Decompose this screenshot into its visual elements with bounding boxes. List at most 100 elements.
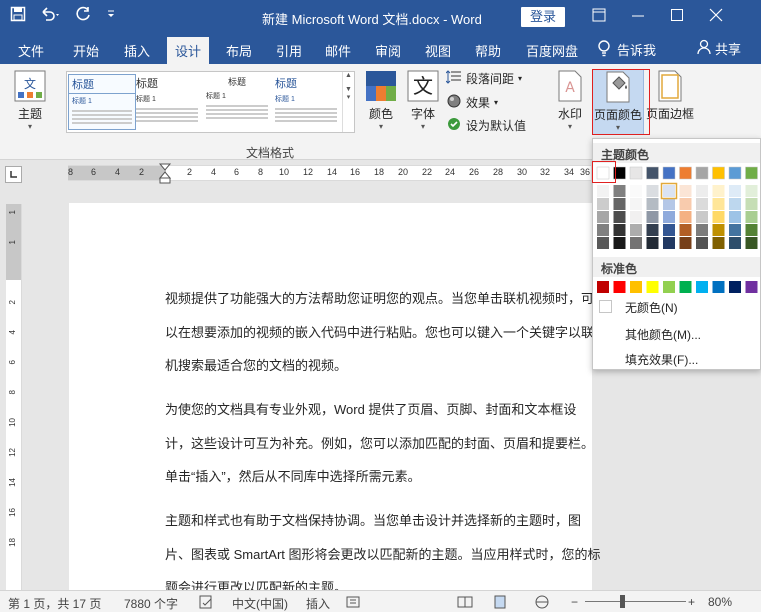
minimize-icon[interactable] [631, 8, 645, 22]
theme-color-swatch [728, 166, 742, 180]
no-color-option[interactable]: 无颜色(N) [625, 299, 678, 316]
tab-help[interactable]: 帮助 [475, 41, 501, 60]
watermark-label: 水印 [557, 107, 582, 121]
theme-color-shade-swatch [663, 185, 675, 197]
theme-color-shade-swatch [646, 237, 659, 249]
tell-me[interactable]: 告诉我 [597, 39, 656, 60]
watermark-button[interactable]: A 水印 ▾ [553, 70, 587, 131]
vertical-ruler[interactable]: 1 1 2 4 6 8 10 12 14 16 18 [6, 204, 22, 590]
style-set-gallery[interactable]: 标题 标题 1 标题 标题 1 标题 标题 1 标题 标题 1 ▲ ▼ ▾ [66, 71, 355, 133]
no-color-swatch [599, 300, 612, 313]
fill-effects-option[interactable]: 填充效果(F)... [625, 351, 698, 368]
language-status[interactable]: 中文(中国) [232, 595, 288, 612]
standard-color-swatch [745, 281, 758, 293]
standard-color-swatch [679, 281, 692, 293]
tab-file[interactable]: 文件 [18, 41, 44, 60]
undo-icon[interactable] [40, 6, 62, 22]
tab-baidu-netdisk[interactable]: 百度网盘 [526, 41, 578, 60]
tab-view[interactable]: 视图 [425, 41, 451, 60]
zoom-out-icon[interactable]: − [571, 595, 578, 609]
document-formatting-group-label: 文档格式 [246, 146, 295, 160]
theme-color-shade-swatch [696, 211, 708, 223]
theme-color-shade-swatch [712, 211, 725, 223]
style-set-item[interactable]: 标题 标题 1 [133, 74, 201, 130]
theme-color-shade-swatch [679, 211, 692, 223]
theme-color-shade-swatch [679, 224, 692, 236]
tab-mailings[interactable]: 邮件 [325, 41, 351, 60]
standard-color-swatch [712, 281, 725, 293]
paragraph[interactable]: 视频提供了功能强大的方法帮助您证明您的观点。当您单击联机视频时，可以在想要添加的… [165, 282, 601, 383]
zoom-level[interactable]: 80% [708, 595, 732, 609]
set-default-button[interactable]: 设为默认值 [446, 117, 526, 134]
paragraph-spacing-button[interactable]: 段落间距 ▾ [445, 70, 522, 87]
theme-color-shade-swatch [597, 211, 609, 223]
page-count[interactable]: 第 1 页，共 17 页 [8, 595, 101, 612]
insert-mode[interactable]: 插入 [306, 595, 330, 612]
theme-color-shade-swatch [613, 224, 626, 236]
theme-color-shade-swatch [696, 185, 708, 197]
web-layout-icon[interactable] [534, 595, 550, 612]
page-borders-icon [658, 70, 682, 102]
proofing-icon[interactable] [199, 595, 215, 612]
customize-qat-icon[interactable] [106, 6, 116, 22]
maximize-icon[interactable] [670, 8, 684, 22]
theme-color-shade-swatch [729, 198, 741, 210]
theme-button[interactable]: 文 主题 ▾ [12, 70, 48, 131]
style-set-item[interactable]: 标题 标题 1 [68, 74, 136, 130]
effects-button[interactable]: 效果 ▾ [446, 94, 498, 111]
theme-color-shade-swatch [597, 185, 609, 197]
read-mode-icon[interactable] [457, 595, 473, 612]
share-label: 共享 [715, 42, 742, 57]
page-borders-button[interactable]: 页面边框 [646, 70, 694, 122]
paragraph[interactable]: 为使您的文档具有专业外观，Word 提供了页眉、页脚、封面和文本框设计，这些设计… [165, 393, 601, 494]
style-set-item[interactable]: 标题 标题 1 [203, 74, 271, 130]
theme-color-shade-swatch [597, 237, 609, 249]
more-colors-option[interactable]: 其他颜色(M)... [625, 326, 701, 343]
gallery-scroll[interactable]: ▲ ▼ ▾ [342, 72, 354, 132]
fonts-label: 字体 [410, 107, 435, 121]
theme-color-shade-swatch [679, 237, 692, 249]
login-button[interactable]: 登录 [521, 7, 565, 27]
fonts-button[interactable]: 文 字体 ▾ [405, 70, 441, 131]
tab-design[interactable]: 设计 [167, 37, 210, 64]
ribbon-display-icon[interactable] [592, 8, 606, 22]
zoom-slider-thumb[interactable] [620, 595, 625, 608]
tab-selector[interactable] [5, 166, 22, 183]
word-count[interactable]: 7880 个字 [124, 595, 178, 612]
theme-color-shade-swatch [696, 198, 708, 210]
macro-icon[interactable] [346, 595, 362, 612]
colors-button[interactable]: 颜色 ▾ [363, 70, 399, 131]
theme-color-shade-swatch [613, 198, 626, 210]
redo-icon[interactable] [76, 6, 92, 22]
theme-color-shade-swatch [679, 185, 692, 197]
style-set-item[interactable]: 标题 标题 1 [272, 74, 340, 130]
theme-color-shade-swatch [729, 237, 741, 249]
share-button[interactable]: 共享 [697, 39, 741, 58]
standard-color-swatch [597, 281, 609, 293]
theme-color-shade-swatch [729, 224, 741, 236]
print-layout-icon[interactable] [492, 595, 508, 612]
tab-insert[interactable]: 插入 [124, 41, 150, 60]
theme-color-shade-swatch [646, 185, 659, 197]
tab-references[interactable]: 引用 [276, 41, 302, 60]
standard-color-swatch [613, 281, 626, 293]
tab-layout[interactable]: 布局 [226, 41, 252, 60]
theme-color-shade-swatch [712, 237, 725, 249]
theme-color-shade-swatch [712, 198, 725, 210]
theme-color-shade-swatch [696, 224, 708, 236]
document-page[interactable]: 视频提供了功能强大的方法帮助您证明您的观点。当您单击联机视频时，可以在想要添加的… [69, 203, 601, 595]
zoom-in-icon[interactable]: + [688, 595, 695, 609]
theme-color-shade-swatch [663, 224, 675, 236]
indent-marker-icon[interactable] [158, 163, 172, 185]
save-icon[interactable] [10, 6, 26, 22]
close-icon[interactable] [709, 8, 723, 22]
zoom-slider[interactable] [585, 601, 686, 602]
paragraph-spacing-icon [445, 70, 462, 87]
tab-home[interactable]: 开始 [73, 41, 99, 60]
tab-review[interactable]: 审阅 [375, 41, 401, 60]
page-color-dropdown: 主题颜色 标准色 无颜色(N) 其他颜色(M)... 填充效果(F)... [592, 138, 761, 370]
horizontal-ruler[interactable]: 8 6 4 2 2 4 6 8 10 12 14 16 18 20 22 24 … [68, 163, 591, 184]
theme-color-shade-swatch [745, 224, 758, 236]
colors-icon [366, 71, 396, 101]
theme-color-shade-swatch [630, 237, 642, 249]
